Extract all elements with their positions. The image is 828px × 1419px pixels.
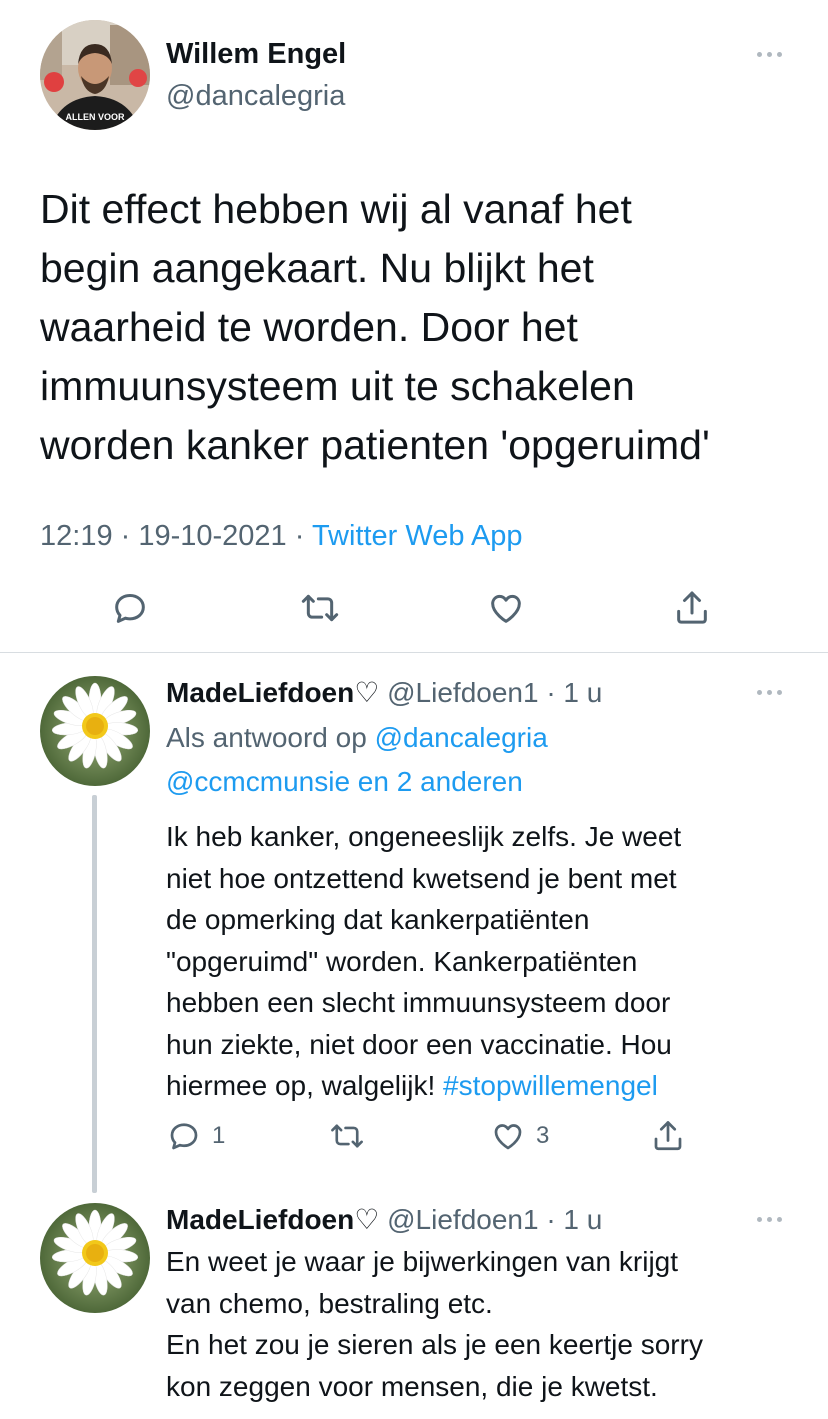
reply-button[interactable] bbox=[110, 588, 150, 628]
retweet-icon bbox=[331, 1124, 363, 1148]
more-options-icon[interactable] bbox=[749, 48, 789, 60]
share-button[interactable] bbox=[650, 1118, 686, 1154]
reply-tweet[interactable]: MadeLiefdoen♡ @Liefdoen1 · 1 u Als antwo… bbox=[0, 653, 828, 1193]
replying-to: Als antwoord op @dancalegria bbox=[166, 716, 548, 760]
like-button[interactable] bbox=[486, 588, 526, 628]
reply-text-line: hiermee op, walgelijk! #stopwillemengel bbox=[166, 1065, 806, 1107]
replying-to-others: @ccmcmunsie en 2 anderen bbox=[166, 760, 523, 804]
retweet-button[interactable] bbox=[328, 1118, 366, 1154]
share-button[interactable] bbox=[672, 588, 712, 628]
hashtag-link[interactable]: #stopwillemengel bbox=[443, 1070, 658, 1101]
reply-avatar[interactable] bbox=[40, 1203, 150, 1313]
reply-text-line: hun ziekte, niet door een vaccinatie. Ho… bbox=[166, 1028, 672, 1060]
tweet-text-line: worden kanker patienten 'opgeruimd' bbox=[40, 422, 710, 468]
reply-header: MadeLiefdoen♡ @Liefdoen1 · 1 u bbox=[166, 1203, 602, 1236]
tweet-timestamp[interactable]: 12:19 · 19-10-2021 · bbox=[40, 520, 312, 552]
tweet-text-line: waarheid te worden. Door het bbox=[40, 304, 578, 350]
reply-text: En weet je waar je bijwerkingen van krij… bbox=[166, 1241, 806, 1407]
share-icon bbox=[677, 591, 707, 624]
retweet-icon bbox=[301, 594, 339, 622]
reply-text-line: En weet je waar je bijwerkingen van krij… bbox=[166, 1246, 679, 1277]
like-icon bbox=[494, 1124, 522, 1150]
reply-text-line: Ik heb kanker, ongeneeslijk zelfs. Je we… bbox=[166, 821, 682, 852]
reply-handle-time[interactable]: @Liefdoen1 · 1 u bbox=[379, 677, 602, 708]
tweet-text: Dit effect hebben wij al vanaf het begin… bbox=[40, 180, 800, 475]
reply-author-name[interactable]: MadeLiefdoen♡ bbox=[166, 677, 379, 708]
reply-text-line: En het zou je sieren als je een keertje … bbox=[166, 1329, 703, 1360]
reply-text-line: hebben een slecht immuunsysteem door bbox=[166, 987, 671, 1018]
tweet-source[interactable]: Twitter Web App bbox=[312, 520, 523, 552]
thread-line bbox=[92, 795, 97, 1193]
main-tweet: ALLEN VOOR Willem Engel @dancalegria Dit… bbox=[0, 0, 828, 652]
share-icon bbox=[654, 1121, 682, 1151]
reply-tweet[interactable]: MadeLiefdoen♡ @Liefdoen1 · 1 u En weet j… bbox=[0, 1193, 828, 1419]
like-icon bbox=[491, 594, 521, 623]
reply-text: Ik heb kanker, ongeneeslijk zelfs. Je we… bbox=[166, 816, 806, 1107]
replying-to-user[interactable]: @dancalegria bbox=[375, 722, 548, 753]
more-options-icon[interactable] bbox=[749, 686, 789, 698]
tweet-text-line: Dit effect hebben wij al vanaf het bbox=[40, 186, 632, 232]
like-button[interactable]: 3 bbox=[490, 1118, 549, 1154]
reply-text-line: niet hoe ontzettend kwetsend je bent met bbox=[166, 862, 677, 894]
reply-text-line: de opmerking dat kankerpatiënten bbox=[166, 904, 590, 935]
tweet-text-line: immuunsysteem uit te schakelen bbox=[40, 363, 635, 409]
reply-handle-time[interactable]: @Liefdoen1 · 1 u bbox=[379, 1204, 602, 1235]
author-avatar[interactable]: ALLEN VOOR bbox=[40, 20, 150, 130]
replying-to-prefix: Als antwoord op bbox=[166, 722, 375, 753]
more-options-icon[interactable] bbox=[749, 1213, 789, 1225]
reply-text-line: "opgeruimd" worden. Kankerpatiënten bbox=[166, 945, 638, 977]
reply-icon bbox=[170, 1123, 198, 1150]
reply-text-line: van chemo, bestraling etc. bbox=[166, 1287, 493, 1319]
reply-icon bbox=[115, 594, 145, 623]
like-count: 3 bbox=[536, 1122, 550, 1149]
tweet-text-line: begin aangekaart. Nu blijkt het bbox=[40, 245, 594, 291]
reply-button[interactable]: 1 bbox=[166, 1118, 225, 1154]
tweet-actions bbox=[0, 588, 828, 636]
reply-header: MadeLiefdoen♡ @Liefdoen1 · 1 u bbox=[166, 676, 602, 709]
reply-avatar[interactable] bbox=[40, 676, 150, 786]
author-handle[interactable]: @dancalegria bbox=[166, 80, 345, 113]
author-name[interactable]: Willem Engel bbox=[166, 38, 346, 71]
replying-to-others-link[interactable]: @ccmcmunsie en 2 anderen bbox=[166, 766, 523, 797]
retweet-button[interactable] bbox=[298, 588, 342, 628]
tweet-meta: 12:19 · 19-10-2021 · Twitter Web App bbox=[40, 520, 523, 553]
reply-author-name[interactable]: MadeLiefdoen♡ bbox=[166, 1204, 379, 1235]
reply-count: 1 bbox=[212, 1122, 226, 1149]
avatar-shirt-text: ALLEN VOOR bbox=[65, 112, 125, 122]
reply-text-last: hiermee op, walgelijk! bbox=[166, 1070, 444, 1101]
reply-text-line: kon zeggen voor mensen, die je kwetst. bbox=[166, 1370, 658, 1402]
